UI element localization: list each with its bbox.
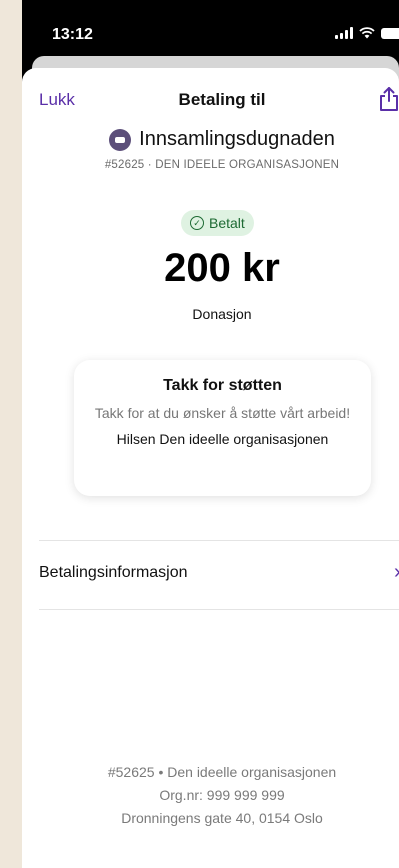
thank-you-card: Takk for støtten Takk for at du ønsker å…: [74, 360, 371, 496]
divider-bottom: [39, 609, 399, 610]
organization-footer: #52625 • Den ideelle organisasjonen Org.…: [22, 761, 399, 830]
footer-address: Dronningens gate 40, 0154 Oslo: [121, 810, 323, 826]
footer-org-line: #52625 • Den ideelle organisasjonen: [107, 764, 337, 780]
battery-icon: [381, 27, 399, 39]
share-button[interactable]: [377, 86, 399, 114]
status-bar: 13:12: [22, 0, 399, 60]
organization-logo-icon: [109, 128, 132, 151]
status-icons: [335, 27, 399, 39]
phone-screen: 13:12 Lukk Betaling til Innsamlingsdugna…: [22, 0, 399, 868]
payment-sheet: Lukk Betaling til Innsamlingsdugnaden #5…: [22, 68, 399, 868]
status-label: Betalt: [209, 215, 245, 231]
status-badge: ✓ Betalt: [181, 210, 254, 236]
status-time: 13:12: [52, 26, 93, 43]
payment-amount: 200 kr: [164, 246, 280, 290]
organization-header: Innsamlingsdugnaden: [22, 128, 399, 151]
page-title: Betaling til: [178, 90, 266, 109]
payment-info-label: Betalingsinformasjon: [39, 564, 188, 581]
card-title: Takk for støtten: [163, 377, 282, 394]
payment-info-row[interactable]: Betalingsinformasjon ›: [22, 541, 399, 609]
chevron-right-icon: ›: [394, 561, 399, 584]
organization-subtitle: #52625 · DEN IDEELE ORGANISASJONEN: [104, 159, 340, 171]
card-signature: Hilsen Den ideelle organisasjonen: [116, 431, 329, 448]
organization-name: Innsamlingsdugnaden: [139, 128, 335, 150]
share-icon: [380, 87, 398, 111]
signal-icon: [335, 27, 353, 39]
footer-orgnr: Org.nr: 999 999 999: [159, 787, 285, 803]
navigation-bar: Lukk Betaling til: [22, 68, 399, 130]
card-message: Takk for at du ønsker å støtte vårt arbe…: [94, 405, 351, 421]
payment-type: Donasjon: [192, 306, 252, 322]
wifi-icon: [359, 27, 375, 39]
checkmark-circle-icon: ✓: [190, 216, 204, 230]
